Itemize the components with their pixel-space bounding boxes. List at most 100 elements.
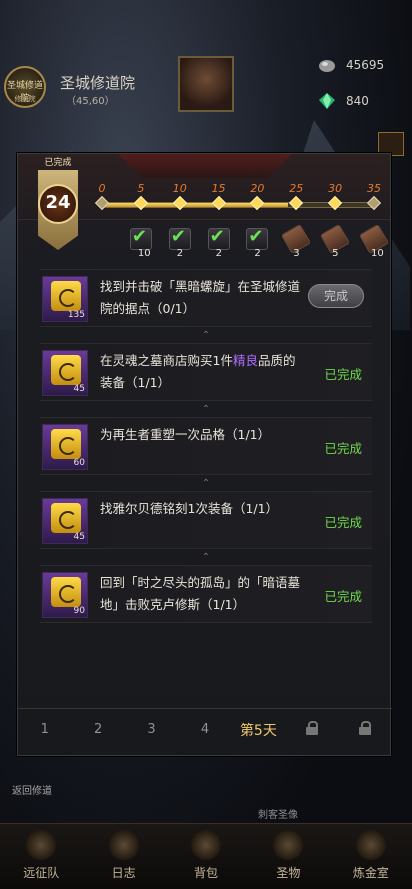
progress-tick-label: 25 [289, 182, 304, 195]
tab-day-1[interactable]: 1 [18, 722, 71, 737]
top-hud: 圣城修道院 修道院 圣城修道院 （45,60） 45695 840 [0, 0, 412, 156]
task-status: 已完成 [324, 441, 362, 456]
daily-quest-panel: 已完成 24 0 5 10 15 20 25 30 35 ✔ 10 ✔ 2 ✔ 2 ✔ 2 3 5 10 135 找… [17, 153, 392, 756]
reward-chest-claimed[interactable]: ✔ 2 [207, 226, 230, 259]
task-status: 已完成 [324, 515, 362, 530]
row-divider-ornament: ⌃ [201, 330, 211, 341]
scroll-emblem-icon [51, 281, 81, 311]
row-divider-ornament: ⌃ [201, 404, 211, 415]
tab-day-4[interactable]: 4 [178, 722, 231, 737]
location-title: 圣城修道院 [60, 74, 136, 92]
task-status: 已完成 [324, 589, 362, 604]
reward-count: 3 [293, 248, 300, 259]
silver-value: 45695 [346, 58, 385, 72]
task-row: 90 回到「时之尽头的孤岛」的「暗语墓地」击败克卢修斯（1/1） 已完成 [40, 565, 372, 623]
task-points: 60 [73, 458, 85, 468]
nav-item-relic[interactable]: 圣物 [247, 824, 329, 889]
lock-icon: 6 [305, 720, 318, 736]
checkmark-icon: ✔ [248, 226, 264, 247]
reward-chest-claimed[interactable]: ✔ 2 [168, 226, 191, 259]
task-status: 已完成 [324, 367, 362, 382]
location-coords: （45,60） [66, 96, 115, 107]
task-points: 45 [73, 384, 85, 394]
hero-portrait[interactable] [178, 56, 234, 112]
nav-item-alchemy[interactable]: 炼金室 [330, 824, 412, 889]
reward-chest-claimed[interactable]: ✔ 2 [246, 226, 269, 259]
reward-chest-claimed[interactable]: ✔ 10 [129, 226, 152, 259]
progress-tick-label: 20 [250, 182, 265, 195]
reward-count: 2 [176, 248, 184, 259]
quest-scroll-icon: 135 [42, 276, 88, 322]
emerald-gem-icon [319, 93, 335, 109]
progress-tick-label: 35 [367, 182, 381, 195]
reward-scroll-locked[interactable]: 10 [358, 223, 390, 259]
row-divider-ornament: ⌃ [201, 552, 211, 563]
reward-count: 5 [332, 248, 339, 259]
nav-item-backpack[interactable]: 背包 [165, 824, 247, 889]
reward-count: 2 [215, 248, 222, 259]
task-description: 在灵魂之墓商店购买1件精良品质的装备（1/1） [100, 353, 296, 390]
scroll-emblem-icon [51, 429, 81, 459]
progress-tick-label: 0 [98, 182, 106, 195]
locked-day-number: 7 [362, 726, 368, 736]
reward-scroll-locked[interactable]: 5 [320, 223, 351, 259]
alchemy-icon [355, 830, 386, 860]
quest-scroll-icon: 45 [42, 350, 88, 396]
reward-count: 10 [371, 248, 384, 259]
task-row: 45 找雅尔贝德铭刻1次装备（1/1） 已完成 ⌃ [40, 491, 372, 563]
task-description: 找雅尔贝德铭刻1次装备（1/1） [100, 501, 279, 516]
day-tabs: 1 2 3 4 第5天 6 7 [18, 708, 392, 750]
quest-scroll-icon: 45 [42, 498, 88, 544]
nav-label: 背包 [194, 866, 219, 880]
progress-tick-label: 10 [172, 182, 187, 195]
location-badge-sub: 修道院 [14, 95, 36, 103]
side-label-assassin[interactable]: 刺客圣像 [258, 806, 298, 821]
locked-day-number: 6 [308, 726, 314, 736]
bottom-navigation: 远征队 日志 背包 圣物 炼金室 [0, 823, 412, 889]
lock-icon: 7 [359, 720, 372, 736]
reward-count: 10 [137, 248, 151, 259]
emerald-value: 840 [346, 94, 369, 108]
progress-tick-label: 30 [328, 182, 343, 195]
checkmark-icon: ✔ [209, 226, 225, 247]
tab-day-7[interactable]: 7 [339, 720, 392, 739]
progress-tick-label: 15 [211, 182, 226, 195]
task-points: 45 [73, 532, 85, 542]
reward-scroll-locked[interactable]: 3 [281, 223, 312, 259]
side-label-return[interactable]: 返回修道 [12, 782, 52, 797]
nav-item-journal[interactable]: 日志 [82, 824, 164, 889]
checkmark-icon: ✔ [131, 226, 147, 247]
nav-label: 炼金室 [352, 866, 389, 880]
task-list: 135 找到并击破「黑暗螺旋」在圣城修道院的据点（0/1） 完成 ⌃ 45 在灵魂之墓商店… [40, 269, 372, 639]
nav-item-horned-helmet[interactable]: 远征队 [0, 824, 82, 889]
tab-day-5[interactable]: 第5天 [232, 720, 285, 740]
task-description: 为再生者重塑一次品格（1/1） [100, 427, 271, 442]
nav-label: 日志 [111, 866, 136, 880]
scroll-emblem-icon [51, 503, 81, 533]
silver-ore-icon [319, 60, 335, 72]
scroll-emblem-icon [51, 355, 81, 385]
horned-helmet-icon [26, 830, 57, 860]
progress-tick-label: 5 [137, 182, 145, 195]
task-description: 找到并击破「黑暗螺旋」在圣城修道院的据点（0/1） [100, 279, 301, 316]
scroll-emblem-icon [51, 577, 81, 607]
nav-label: 远征队 [23, 866, 60, 880]
header-ornament [118, 154, 292, 178]
completed-tag: 已完成 [44, 158, 72, 168]
resource-emerald: 840 [318, 92, 404, 110]
task-description: 回到「时之尽头的孤岛」的「暗语墓地」击败克卢修斯（1/1） [100, 575, 301, 612]
tab-day-2[interactable]: 2 [71, 722, 124, 737]
quest-scroll-icon: 60 [42, 424, 88, 470]
checkmark-icon: ✔ [170, 226, 186, 247]
level-number: 24 [45, 192, 71, 213]
backpack-icon [191, 830, 222, 860]
journal-icon [108, 830, 139, 860]
quest-scroll-icon: 90 [42, 572, 88, 618]
tab-day-6[interactable]: 6 [285, 720, 338, 739]
resource-silver: 45695 [318, 56, 404, 74]
task-row: 60 为再生者重塑一次品格（1/1） 已完成 ⌃ [40, 417, 372, 489]
task-points: 90 [73, 606, 85, 616]
complete-button[interactable]: 完成 [308, 284, 364, 308]
row-divider-ornament: ⌃ [201, 478, 211, 489]
tab-day-3[interactable]: 3 [125, 722, 178, 737]
